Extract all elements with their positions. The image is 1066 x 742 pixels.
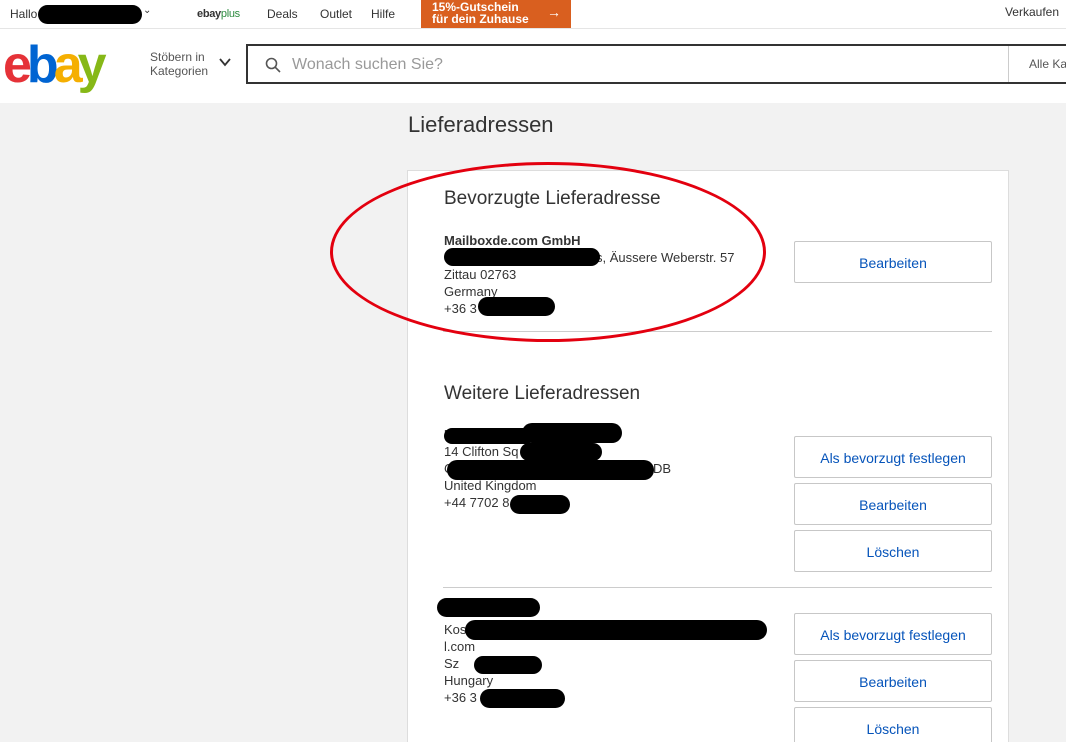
redaction-mark: [480, 689, 565, 708]
search-bar: Alle Ka: [246, 44, 1066, 84]
ebay-plus-ebay-text: ebay: [197, 8, 221, 20]
top-utility-bar: Hallo ⌄ ebayplus Deals Outlet Hilfe 15%-…: [0, 0, 1066, 29]
search-category-select[interactable]: Alle Ka: [1008, 46, 1066, 82]
delete-address-2-button[interactable]: Löschen: [794, 707, 992, 742]
other-addresses-heading: Weitere Lieferadressen: [444, 383, 641, 404]
logo-letter-y: y: [77, 36, 107, 94]
browse-categories-line2: Kategorien: [150, 64, 209, 78]
other-address-1-line1: 14 Clifton Sq: [444, 444, 519, 459]
preferred-address-heading: Bevorzugte Lieferadresse: [444, 188, 661, 209]
redaction-mark: [520, 443, 602, 461]
page: Hallo ⌄ ebayplus Deals Outlet Hilfe 15%-…: [0, 0, 1066, 742]
redaction-mark: [478, 297, 555, 316]
page-title: Lieferadressen: [408, 112, 554, 137]
logo-letter-e: e: [3, 36, 32, 94]
preferred-address-name: Mailboxde.com GmbH: [444, 233, 581, 248]
browse-categories-line1: Stöbern in: [150, 50, 205, 64]
redaction-mark: [437, 598, 540, 617]
redacted-username: [38, 5, 142, 24]
other-address-2-line2: l.com: [444, 639, 476, 654]
help-link[interactable]: Hilfe: [371, 7, 395, 21]
redaction-mark: [465, 620, 767, 640]
redaction-mark: [444, 248, 600, 266]
edit-address-2-button[interactable]: Bearbeiten: [794, 660, 992, 702]
chevron-down-icon[interactable]: [218, 55, 232, 69]
section-divider: [443, 331, 992, 332]
section-divider: [443, 587, 992, 588]
promo-banner[interactable]: 15%-Gutschein für dein Zuhause →: [421, 0, 571, 28]
edit-address-1-button[interactable]: Bearbeiten: [794, 483, 992, 525]
deals-link[interactable]: Deals: [267, 7, 298, 21]
preferred-address-city: Zittau 02763: [444, 267, 517, 282]
chevron-down-icon[interactable]: ⌄: [143, 5, 151, 16]
set-preferred-address-2-button[interactable]: Als bevorzugt festlegen: [794, 613, 992, 655]
outlet-link[interactable]: Outlet: [320, 7, 352, 21]
delete-address-1-button[interactable]: Löschen: [794, 530, 992, 572]
ebay-plus-link[interactable]: ebayplus: [197, 8, 240, 20]
search-icon: [265, 57, 281, 73]
arrow-right-icon: →: [547, 4, 561, 20]
redaction-mark: [444, 428, 534, 444]
redaction-mark: [474, 656, 542, 674]
ebay-plus-plus-text: plus: [220, 8, 240, 20]
header: ebay Stöbern in Kategorien Alle Ka: [0, 29, 1066, 103]
logo-letter-a: a: [53, 36, 83, 94]
redaction-mark: [522, 423, 622, 443]
promo-line2: für dein Zuhause: [432, 12, 529, 26]
browse-categories-button[interactable]: Stöbern in Kategorien: [150, 50, 208, 78]
other-address-2-country: Hungary: [444, 673, 494, 688]
set-preferred-address-1-button[interactable]: Als bevorzugt festlegen: [794, 436, 992, 478]
edit-preferred-address-button[interactable]: Bearbeiten: [794, 241, 992, 283]
logo-letter-b: b: [26, 36, 59, 94]
other-address-1-phone: +44 7702 8: [444, 495, 510, 510]
greeting-text: Hallo: [10, 7, 38, 21]
redaction-mark: [447, 460, 654, 480]
search-input[interactable]: [290, 52, 994, 78]
redaction-mark: [510, 495, 570, 514]
other-address-1-line2-suffix: DB: [653, 461, 672, 476]
sell-link[interactable]: Verkaufen: [1005, 5, 1059, 19]
ebay-logo[interactable]: ebay: [3, 34, 107, 96]
preferred-address-street: s, Äussere Weberstr. 57: [596, 250, 735, 265]
